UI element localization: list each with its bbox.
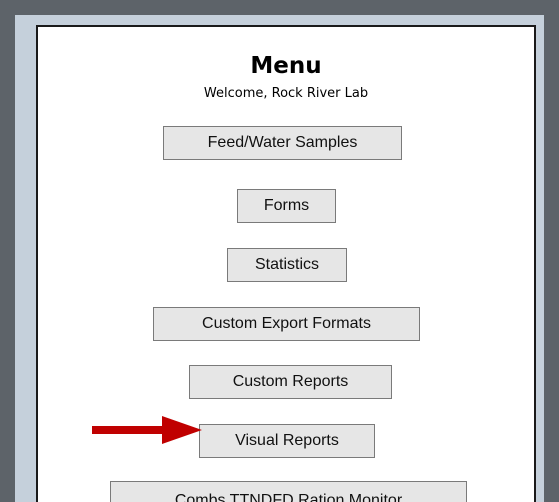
- forms-button[interactable]: Forms: [237, 189, 336, 223]
- custom-reports-button[interactable]: Custom Reports: [189, 365, 392, 399]
- menu-title: Menu: [250, 53, 322, 79]
- statistics-button[interactable]: Statistics: [227, 248, 347, 282]
- custom-export-formats-button[interactable]: Custom Export Formats: [153, 307, 420, 341]
- visual-reports-button[interactable]: Visual Reports: [199, 424, 375, 458]
- red-arrow-right-icon: [92, 416, 202, 444]
- feed-water-samples-button[interactable]: Feed/Water Samples: [163, 126, 402, 160]
- combs-ttndfd-ration-monitor-button[interactable]: Combs TTNDFD Ration Monitor: [110, 481, 467, 502]
- welcome-message: Welcome, Rock River Lab: [203, 86, 369, 101]
